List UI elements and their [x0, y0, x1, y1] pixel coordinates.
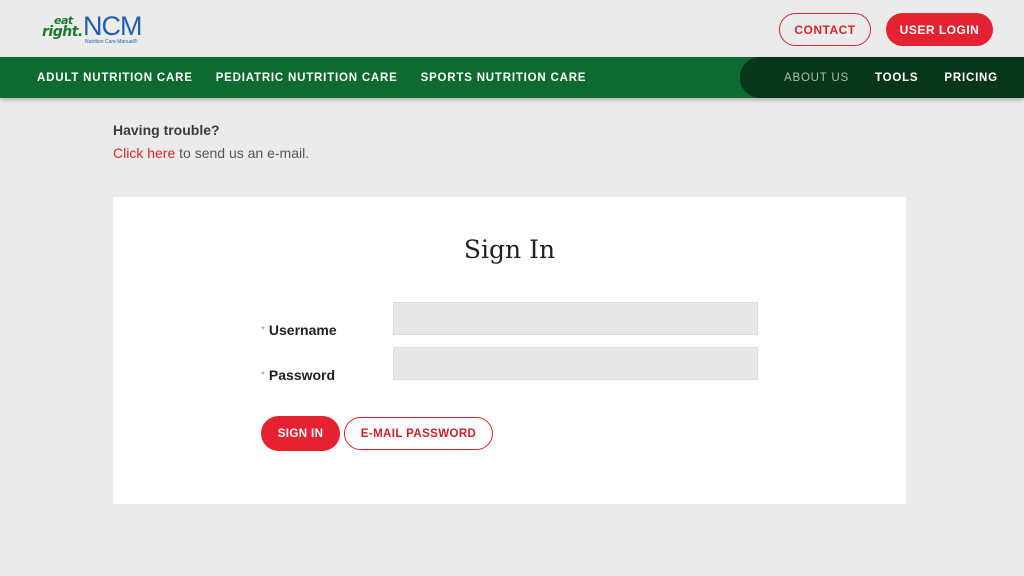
nav-item-tools[interactable]: TOOLS [875, 72, 918, 84]
password-label-text: Password [268, 367, 336, 383]
logo-right-text: right. [42, 24, 83, 40]
user-login-button[interactable]: USER LOGIN [886, 13, 993, 46]
signin-card: Sign In * Username * Password SIGN IN E-MA… [113, 197, 906, 504]
help-line: Click here to send us an e-mail. [113, 145, 309, 161]
required-marker: * [261, 325, 265, 336]
nav-item-about-us[interactable]: ABOUT US [784, 72, 849, 84]
contact-button[interactable]: CONTACT [779, 13, 871, 46]
username-input[interactable] [393, 302, 758, 335]
help-heading: Having trouble? [113, 122, 220, 138]
password-label: * Password [261, 367, 335, 383]
required-marker: * [261, 370, 265, 381]
nav-left-group: ADULT NUTRITION CARE PEDIATRIC NUTRITION… [37, 57, 609, 98]
help-line-text: to send us an e-mail. [175, 145, 310, 161]
password-input[interactable] [393, 347, 758, 380]
username-label-text: Username [268, 322, 337, 338]
nav-item-pricing[interactable]: PRICING [944, 72, 998, 84]
logo-ncm-text: NCM [83, 11, 142, 41]
username-label: * Username [261, 322, 337, 338]
sign-in-button[interactable]: SIGN IN [261, 416, 340, 451]
nav-item-sports-nutrition-care[interactable]: SPORTS NUTRITION CARE [421, 72, 587, 84]
main-nav: ADULT NUTRITION CARE PEDIATRIC NUTRITION… [0, 57, 1024, 98]
signin-title: Sign In [463, 235, 556, 264]
eatright-ncm-logo[interactable]: eat right. NCM Nutrition Care Manual® [42, 11, 146, 48]
email-us-link[interactable]: Click here [113, 145, 175, 161]
logo-tagline: Nutrition Care Manual® [85, 39, 138, 45]
email-password-button[interactable]: E-MAIL PASSWORD [344, 417, 493, 450]
nav-item-adult-nutrition-care[interactable]: ADULT NUTRITION CARE [37, 72, 193, 84]
nav-item-pediatric-nutrition-care[interactable]: PEDIATRIC NUTRITION CARE [216, 72, 398, 84]
nav-right-group: ABOUT US TOOLS PRICING [784, 57, 998, 98]
top-bar: eat right. NCM Nutrition Care Manual® CO… [0, 0, 1024, 57]
